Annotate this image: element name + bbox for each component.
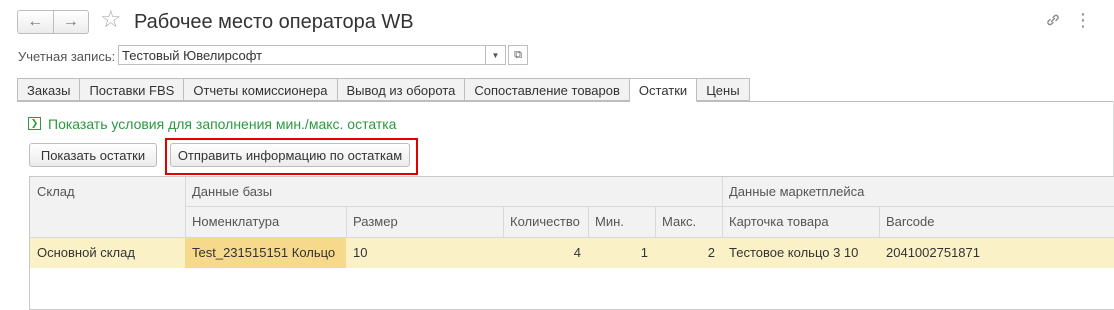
expand-icon[interactable]: ❯ — [28, 117, 41, 130]
column-header-nomenclature[interactable]: Номенклатура — [185, 207, 346, 237]
tab-stock[interactable]: Остатки — [629, 78, 698, 102]
forward-button[interactable]: → — [52, 11, 89, 33]
header-divider — [185, 206, 1114, 207]
account-open-button[interactable]: ⧉ — [508, 45, 528, 65]
tab-fbs-supplies[interactable]: Поставки FBS — [80, 78, 185, 101]
cell-barcode[interactable]: 2041002751871 — [879, 238, 1114, 268]
star-icon[interactable]: ☆ — [100, 6, 122, 34]
header-divider — [655, 207, 656, 237]
column-header-product-card[interactable]: Карточка товара — [722, 207, 879, 237]
header-divider — [503, 207, 504, 237]
group-header-marketplace-data: Данные маркетплейса — [722, 177, 1114, 207]
tab-prices[interactable]: Цены — [697, 78, 750, 101]
cell-size[interactable]: 10 — [346, 238, 503, 268]
tab-withdrawal[interactable]: Вывод из оборота — [337, 78, 466, 101]
column-header-size[interactable]: Размер — [346, 207, 503, 237]
forward-icon: → — [62, 13, 79, 30]
cell-quantity[interactable]: 4 — [503, 238, 588, 268]
tab-bar: Заказы Поставки FBS Отчеты комиссионера … — [17, 78, 750, 102]
chevron-down-icon: ▼ — [491, 50, 500, 60]
header-divider — [879, 207, 880, 237]
navigation-buttons: ← → — [17, 10, 89, 34]
cell-nomenclature[interactable]: Test_231515151 Кольцо — [185, 238, 346, 268]
link-icon[interactable] — [1043, 10, 1063, 30]
column-header-warehouse[interactable]: Склад — [30, 177, 185, 237]
cell-product-card[interactable]: Тестовое кольцо 3 10 — [722, 238, 879, 268]
cell-warehouse: Основной склад — [37, 245, 135, 260]
account-dropdown-button[interactable]: ▼ — [486, 45, 506, 65]
account-field[interactable]: Тестовый Ювелирсофт — [118, 45, 486, 65]
stock-table[interactable]: Склад Данные базы Данные маркетплейса Но… — [29, 176, 1114, 310]
show-stock-button[interactable]: Показать остатки — [29, 143, 157, 167]
open-icon: ⧉ — [514, 48, 522, 61]
column-header-max[interactable]: Макс. — [655, 207, 722, 237]
column-header-min[interactable]: Мин. — [588, 207, 655, 237]
back-button[interactable]: ← — [18, 11, 53, 33]
column-header-barcode[interactable]: Barcode — [879, 207, 1114, 237]
header-divider — [346, 207, 347, 237]
tab-orders[interactable]: Заказы — [17, 78, 81, 101]
highlight-frame — [165, 138, 418, 175]
header-divider — [185, 177, 186, 237]
header-divider — [722, 177, 723, 237]
table-row[interactable]: Основной склад Test_231515151 Кольцо 10 … — [30, 238, 1114, 268]
cell-max[interactable]: 2 — [655, 238, 722, 268]
back-icon: ← — [27, 13, 44, 30]
column-header-quantity[interactable]: Количество — [503, 207, 588, 237]
more-icon[interactable]: ⋮ — [1073, 10, 1093, 30]
header-divider — [588, 207, 589, 237]
group-header-base-data: Данные базы — [185, 177, 722, 207]
conditions-link[interactable]: Показать условия для заполнения мин./мак… — [48, 115, 396, 133]
page-title: Рабочее место оператора WB — [134, 11, 414, 33]
tab-product-matching[interactable]: Сопоставление товаров — [465, 78, 630, 101]
account-label: Учетная запись: — [18, 49, 116, 64]
cell-min[interactable]: 1 — [588, 238, 655, 268]
tab-commission-reports[interactable]: Отчеты комиссионера — [184, 78, 338, 101]
